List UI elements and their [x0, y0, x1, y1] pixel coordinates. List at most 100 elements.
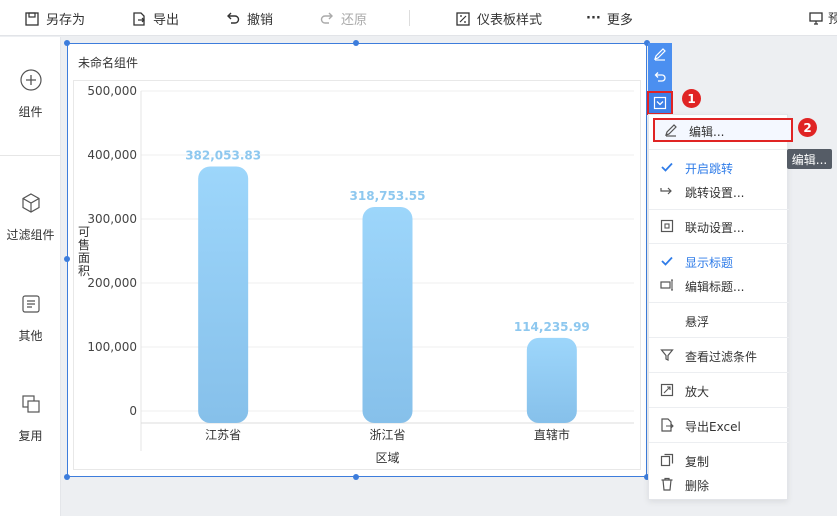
menu-divider — [649, 243, 789, 244]
chart-area: 500,000 400,000 300,000 200,000 100,000 0 可售面积… — [73, 80, 641, 470]
menu-item-label: 复制 — [685, 455, 710, 469]
y-tick-label: 500,000 — [87, 84, 137, 98]
plus-circle-icon — [19, 69, 42, 91]
resize-handle[interactable] — [64, 474, 70, 480]
chevron-down-box-icon — [653, 96, 667, 110]
more-button[interactable]: ··· 更多 — [586, 9, 633, 28]
y-axis-label: 可 — [78, 225, 90, 239]
dashboard-style-button[interactable]: 仪表板样式 — [455, 9, 542, 28]
edit-title-icon — [659, 277, 675, 293]
bar — [198, 166, 249, 424]
menu-item-view-filter[interactable]: 查看过滤条件 — [649, 343, 789, 367]
menu-item-float[interactable]: 悬浮 — [649, 308, 789, 332]
redo-icon — [320, 12, 333, 24]
data-label: 318,753.55 — [350, 189, 426, 203]
menu-item-delete[interactable]: 删除 — [649, 472, 789, 496]
resize-handle[interactable] — [353, 474, 359, 480]
export-label: 导出 — [153, 13, 180, 28]
y-tick-label: 400,000 — [87, 148, 137, 162]
sidebar-item-label: 过滤组件 — [6, 228, 55, 242]
checkmark-icon — [659, 253, 675, 269]
step-badge-1: 1 — [682, 89, 701, 108]
chart-widget[interactable]: 未命名组件 500,000 400,000 300,000 200,000 100,00… — [67, 43, 647, 477]
bar-chart: 500,000 400,000 300,000 200,000 100,000 0 可售面积… — [78, 84, 634, 465]
menu-divider — [649, 149, 789, 150]
sidebar-item-label: 其他 — [18, 329, 43, 343]
save-icon — [25, 11, 39, 26]
expand-icon — [659, 382, 675, 398]
menu-item-copy[interactable]: 复制 — [649, 448, 789, 472]
edit-widget-button[interactable] — [648, 43, 672, 65]
x-tick-label: 江苏省 — [205, 428, 241, 442]
widget-context-menu: 编辑... 开启跳转 跳转设置... 联动设置... 显示标题 编辑标题... … — [648, 114, 793, 500]
linkage-icon — [659, 218, 675, 234]
menu-divider — [649, 407, 789, 408]
toolbar-divider — [409, 10, 410, 26]
menu-item-label: 联动设置... — [685, 221, 745, 235]
sidebar-item-other[interactable]: 其他 — [0, 293, 61, 344]
data-label: 382,053.83 — [185, 148, 261, 162]
ellipsis-icon: ··· — [586, 11, 601, 26]
y-tick-label: 300,000 — [87, 212, 137, 226]
sidebar-item-filter-components[interactable]: 过滤组件 — [0, 192, 61, 243]
x-tick-label: 浙江省 — [369, 428, 405, 442]
jump-arrow-icon — [659, 183, 675, 199]
y-tick-label: 0 — [129, 404, 137, 418]
redo-button[interactable]: 还原 — [319, 9, 367, 28]
bar — [526, 337, 577, 423]
y-tick-label: 200,000 — [87, 276, 137, 290]
save-as-label: 另存为 — [46, 13, 86, 28]
y-tick-label: 100,000 — [87, 340, 137, 354]
x-axis-label: 区域 — [375, 451, 399, 465]
widget-title: 未命名组件 — [78, 56, 139, 70]
filter-icon — [659, 347, 675, 363]
menu-item-edit[interactable]: 编辑... — [653, 118, 793, 142]
resize-handle[interactable] — [353, 40, 359, 46]
undo-icon — [654, 72, 666, 82]
menu-item-linkage-settings[interactable]: 联动设置... — [649, 214, 789, 238]
sidebar-divider — [0, 155, 61, 156]
widget-tool-column — [647, 43, 673, 117]
more-label: 更多 — [606, 13, 633, 28]
menu-item-edit-title[interactable]: 编辑标题... — [649, 273, 789, 297]
copy-icon — [659, 452, 675, 468]
sidebar-item-reuse[interactable]: 复用 — [0, 393, 61, 444]
export-icon — [659, 417, 675, 433]
menu-item-zoom[interactable]: 放大 — [649, 378, 789, 402]
dashboard-style-label: 仪表板样式 — [477, 13, 543, 28]
menu-item-label: 开启跳转 — [685, 162, 734, 176]
copy-icon — [21, 395, 40, 413]
y-axis-label: 积 — [78, 264, 90, 278]
reset-widget-button[interactable] — [648, 67, 672, 89]
dashboard-style-icon — [456, 11, 470, 26]
document-icon — [21, 295, 40, 313]
undo-icon — [227, 12, 240, 24]
menu-divider — [649, 372, 789, 373]
widget-menu-button[interactable] — [647, 91, 673, 115]
menu-divider — [649, 337, 789, 338]
preview-button[interactable]: 预 — [808, 8, 837, 27]
menu-item-label: 显示标题 — [685, 256, 734, 270]
bar — [362, 206, 413, 423]
menu-item-label: 编辑... — [689, 125, 725, 139]
menu-item-show-title[interactable]: 显示标题 — [649, 249, 789, 273]
menu-item-jump-settings[interactable]: 跳转设置... — [649, 179, 789, 203]
menu-item-export-excel[interactable]: 导出Excel — [649, 413, 789, 437]
undo-button[interactable]: 撤销 — [225, 9, 273, 28]
pencil-icon — [654, 48, 666, 61]
top-toolbar: 另存为 导出 撤销 还原 仪表板样式 ··· 更多 预 — [0, 0, 837, 36]
sidebar-item-components[interactable]: 组件 — [0, 69, 61, 120]
data-label: 114,235.99 — [514, 320, 590, 334]
save-as-button[interactable]: 另存为 — [24, 9, 85, 28]
menu-item-label: 导出Excel — [685, 420, 741, 434]
menu-item-enable-jump[interactable]: 开启跳转 — [649, 155, 789, 179]
export-button[interactable]: 导出 — [131, 9, 179, 28]
pencil-icon — [663, 122, 679, 138]
resize-handle[interactable] — [64, 256, 70, 262]
resize-handle[interactable] — [64, 40, 70, 46]
monitor-icon — [809, 11, 823, 25]
menu-divider — [649, 442, 789, 443]
undo-label: 撤销 — [247, 13, 274, 28]
sidebar-item-label: 组件 — [18, 105, 43, 119]
cube-icon — [21, 193, 40, 213]
